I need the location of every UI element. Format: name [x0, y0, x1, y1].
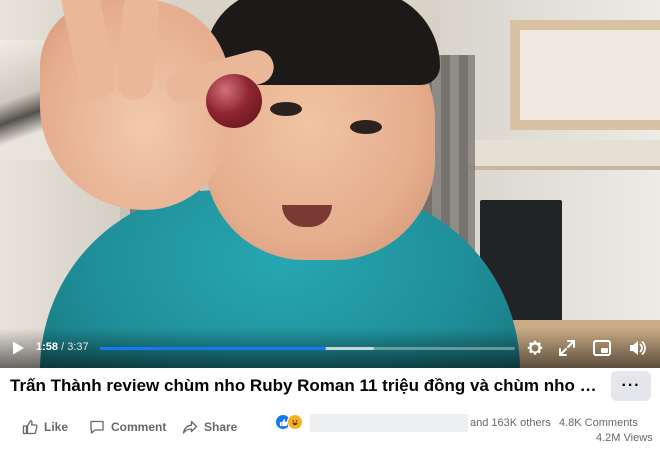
wall-shelf [510, 20, 660, 130]
volume-button[interactable] [627, 338, 647, 358]
finger [115, 0, 161, 102]
gear-icon [527, 340, 543, 355]
progress-bar[interactable] [100, 347, 515, 350]
time-display: 1:58 / 3:37 [36, 341, 89, 353]
expand-button[interactable] [557, 338, 577, 358]
current-time: 1:58 [36, 341, 59, 353]
video-title: Trấn Thành review chùm nho Ruby Roman 11… [10, 376, 600, 395]
progress-played [100, 347, 326, 350]
more-options-button[interactable]: ··· [611, 371, 651, 401]
share-icon [182, 420, 198, 434]
person-eye-right [350, 120, 382, 134]
comment-button[interactable]: Comment [89, 419, 166, 435]
more-icon: ··· [621, 377, 641, 394]
video-controls: 1:58 / 3:37 [0, 328, 660, 368]
reactions-summary[interactable] [275, 414, 303, 430]
comment-label: Comment [111, 420, 167, 434]
grape [206, 74, 262, 128]
expand-icon [559, 340, 575, 356]
play-button[interactable] [10, 340, 26, 356]
comment-icon [90, 420, 104, 434]
share-button[interactable]: Share [182, 419, 237, 435]
volume-icon [630, 341, 646, 355]
picture-in-picture-icon [593, 340, 611, 356]
time-separator: / [58, 341, 68, 353]
haha-reaction-icon [287, 414, 303, 430]
like-button[interactable]: Like [22, 419, 68, 435]
action-bar: Like Comment Share and 163K others 4.8K … [0, 410, 660, 451]
play-icon [13, 341, 24, 355]
thumbs-up-icon [22, 420, 38, 435]
like-label: Like [44, 420, 69, 434]
finger [57, 0, 121, 103]
shelf-bar [470, 140, 660, 170]
comments-count[interactable]: 4.8K Comments [559, 417, 638, 429]
views-count: 4.2M Views [596, 432, 653, 444]
reaction-others-text[interactable]: and 163K others [470, 417, 551, 429]
video-player[interactable]: 1:58 / 3:37 [0, 0, 660, 368]
settings-button[interactable] [525, 338, 545, 358]
duration: 3:37 [67, 341, 89, 353]
share-label: Share [204, 420, 238, 434]
reactor-names-redacted [310, 414, 468, 432]
person-eye-left [270, 102, 302, 116]
picture-in-picture-button[interactable] [592, 338, 612, 358]
